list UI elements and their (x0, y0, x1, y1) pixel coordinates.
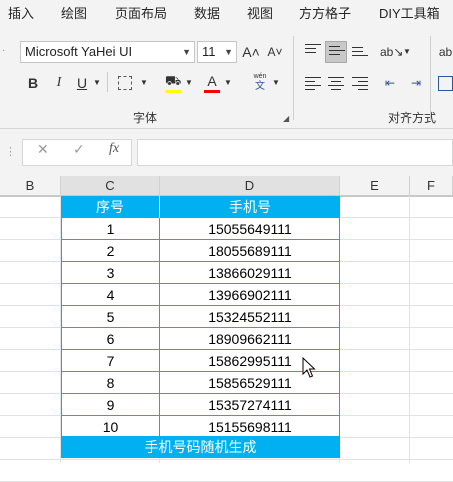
cell-phone[interactable]: 15055649111 (160, 218, 340, 240)
phonetic-bottom: 文 (255, 81, 265, 92)
italic-button[interactable]: I (51, 72, 67, 94)
tab-fangfang[interactable]: 方方格子 (299, 0, 351, 28)
formula-bar: ⋮ ✕ ✓ fx (0, 129, 453, 176)
header-cell-index[interactable]: 序号 (61, 196, 160, 218)
insert-function-icon[interactable]: fx (109, 141, 119, 157)
cell-index[interactable]: 3 (61, 262, 160, 284)
phonetic-top: wén (253, 73, 267, 80)
cell-phone[interactable]: 15357274111 (160, 394, 340, 416)
column-header-f[interactable]: F (410, 176, 453, 196)
cancel-icon[interactable]: ✕ (37, 141, 49, 158)
font-color-swatch (204, 90, 220, 93)
align-left-icon[interactable] (305, 77, 321, 91)
align-top-icon[interactable] (305, 44, 321, 58)
tab-insert[interactable]: 插入 (8, 0, 34, 28)
font-group-label: 字体 (133, 111, 158, 125)
group-separator (430, 36, 431, 120)
fill-color-swatch (165, 90, 181, 93)
column-header-c[interactable]: C (61, 176, 160, 196)
underline-button[interactable]: U (75, 72, 89, 94)
orientation-icon[interactable]: ab↘ (380, 41, 403, 63)
font-size-value: 11 (202, 44, 216, 59)
chevron-down-icon[interactable]: ▼ (184, 72, 194, 94)
chevron-down-icon: ▼ (224, 47, 233, 57)
align-middle-icon (329, 45, 345, 59)
cell-index[interactable]: 10 (61, 416, 160, 438)
table-column-border (61, 218, 62, 436)
tab-view[interactable]: 视图 (247, 0, 273, 28)
cell-index[interactable]: 6 (61, 328, 160, 350)
cell-index[interactable]: 8 (61, 372, 160, 394)
formula-input[interactable] (137, 139, 453, 166)
font-size-select[interactable]: 11 ▼ (197, 41, 237, 63)
table-column-border (339, 218, 340, 436)
wrap-text-icon[interactable]: ab (438, 41, 453, 63)
header-cell-phone[interactable]: 手机号 (160, 196, 340, 218)
shrink-font-button[interactable]: A˅ (266, 41, 284, 63)
chevron-down-icon[interactable]: ▼ (402, 41, 412, 63)
borders-icon[interactable] (118, 76, 132, 90)
font-color-button[interactable]: A (204, 70, 220, 92)
increase-indent-icon[interactable]: ⇥ (406, 72, 426, 94)
column-header-b[interactable]: B (0, 176, 61, 196)
mouse-cursor-icon (302, 357, 316, 378)
table-footer[interactable]: 手机号码随机生成 (61, 436, 340, 458)
font-dialog-launcher-icon[interactable]: ◢ (283, 114, 289, 123)
cell-phone[interactable]: 18055689111 (160, 240, 340, 262)
ribbon-tab-bar: 插入 绘图 页面布局 数据 视图 方方格子 DIY工具箱 (0, 0, 453, 28)
chevron-down-icon: ▼ (182, 47, 191, 57)
cell-index[interactable]: 4 (61, 284, 160, 306)
decrease-indent-icon[interactable]: ⇤ (380, 72, 400, 94)
enter-icon[interactable]: ✓ (73, 141, 85, 158)
alignment-group-label: 对齐方式 (388, 111, 437, 125)
table-column-border (159, 218, 160, 436)
ribbon: · Microsoft YaHei UI ▼ 11 ▼ A˄ A˅ B I U … (0, 28, 453, 129)
grid-line-horizontal (0, 459, 453, 460)
cell-phone[interactable]: 13966902111 (160, 284, 340, 306)
cell-index[interactable]: 9 (61, 394, 160, 416)
divider (107, 72, 108, 92)
cell-phone[interactable]: 15155698111 (160, 416, 340, 438)
cell-index[interactable]: 2 (61, 240, 160, 262)
grid-line-vertical (409, 196, 410, 463)
font-name-select[interactable]: Microsoft YaHei UI ▼ (20, 41, 195, 63)
phonetic-guide-button[interactable]: wén 文 (249, 72, 271, 96)
merge-center-icon[interactable] (438, 76, 453, 91)
cell-phone[interactable]: 15324552111 (160, 306, 340, 328)
tab-draw[interactable]: 绘图 (61, 0, 87, 28)
align-middle-button[interactable] (325, 41, 347, 63)
align-right-icon[interactable] (352, 77, 368, 91)
chevron-down-icon[interactable]: ▼ (223, 72, 233, 94)
tab-diy-toolbox[interactable]: DIY工具箱 (379, 0, 440, 28)
grow-font-button[interactable]: A˄ (242, 41, 260, 63)
cell-phone[interactable]: 18909662111 (160, 328, 340, 350)
cell-index[interactable]: 1 (61, 218, 160, 240)
tab-page-layout[interactable]: 页面布局 (115, 0, 167, 28)
align-center-icon[interactable] (328, 77, 344, 91)
cell-index[interactable]: 7 (61, 350, 160, 372)
bold-button[interactable]: B (25, 72, 41, 94)
column-header-e[interactable]: E (340, 176, 410, 196)
fill-color-icon[interactable]: ⛟ (165, 70, 181, 92)
cell-index[interactable]: 5 (61, 306, 160, 328)
cell-phone[interactable]: 13866029111 (160, 262, 340, 284)
chevron-down-icon[interactable]: ▼ (139, 72, 149, 94)
group-separator (293, 36, 294, 120)
chevron-down-icon[interactable]: ▼ (271, 72, 281, 94)
chevron-down-icon[interactable]: ▼ (92, 72, 102, 94)
align-bottom-icon[interactable] (352, 44, 368, 58)
tab-data[interactable]: 数据 (194, 0, 220, 28)
column-header-d[interactable]: D (160, 176, 340, 196)
grip-icon: ⋮ (5, 146, 16, 158)
font-name-value: Microsoft YaHei UI (25, 44, 133, 59)
ribbon-left-edge: · (2, 45, 6, 56)
